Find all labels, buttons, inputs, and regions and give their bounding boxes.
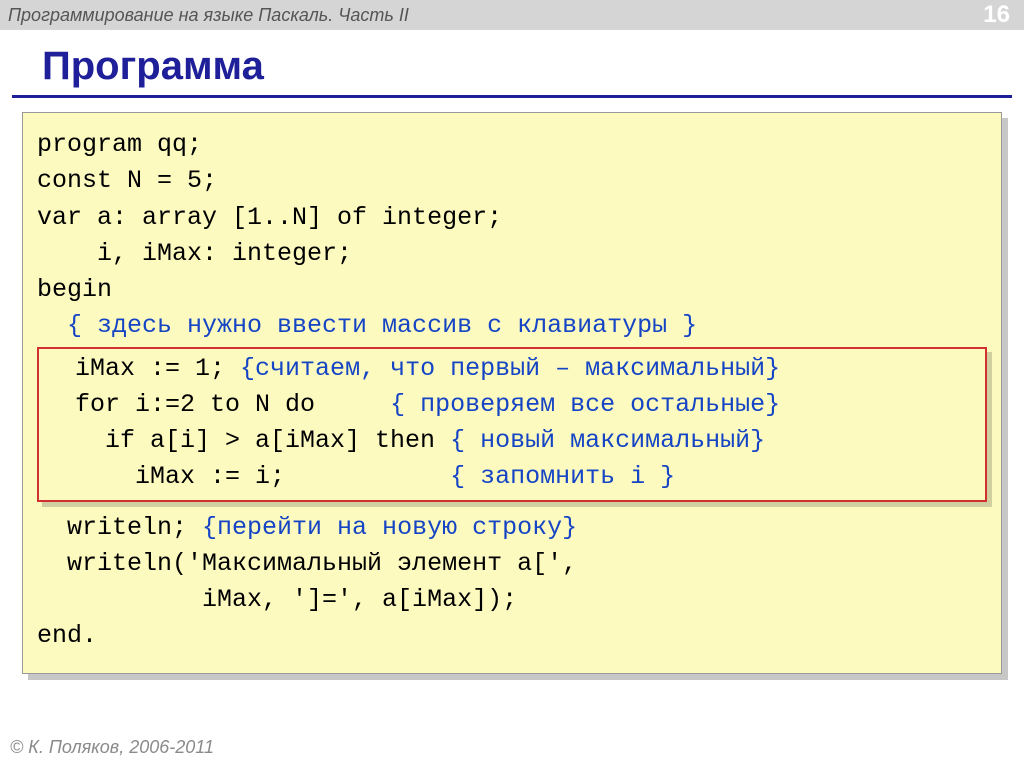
code-content: program qq; const N = 5; var a: array [1…	[22, 112, 1002, 674]
code-line: var a: array [1..N] of integer;	[37, 200, 987, 236]
code-line: writeln; {перейти на новую строку}	[37, 510, 987, 546]
code-comment: { здесь нужно ввести массив с клавиатуры…	[37, 308, 987, 344]
code-block: program qq; const N = 5; var a: array [1…	[22, 112, 1002, 674]
code-line: const N = 5;	[37, 163, 987, 199]
highlighted-box-content: iMax := 1; {считаем, что первый – максим…	[37, 347, 987, 502]
code-line: iMax, ']=', a[iMax]);	[37, 582, 987, 618]
code-line: i, iMax: integer;	[37, 236, 987, 272]
code-line: for i:=2 to N do { проверяем все остальн…	[45, 387, 979, 423]
code-line: if a[i] > a[iMax] then { новый максималь…	[45, 423, 979, 459]
page-number: 16	[983, 1, 1010, 29]
code-line: program qq;	[37, 127, 987, 163]
course-title: Программирование на языке Паскаль. Часть…	[8, 5, 409, 26]
code-line: iMax := i; { запомнить i }	[45, 459, 979, 495]
code-line: begin	[37, 272, 987, 308]
code-line: iMax := 1; {считаем, что первый – максим…	[45, 351, 979, 387]
top-bar: Программирование на языке Паскаль. Часть…	[0, 0, 1024, 30]
code-line: writeln('Максимальный элемент a[',	[37, 546, 987, 582]
slide-title: Программа	[12, 30, 1012, 98]
code-line: end.	[37, 618, 987, 654]
footer-copyright: © К. Поляков, 2006-2011	[10, 737, 214, 758]
highlighted-code-box: iMax := 1; {считаем, что первый – максим…	[37, 347, 987, 502]
slide: Программирование на языке Паскаль. Часть…	[0, 0, 1024, 768]
